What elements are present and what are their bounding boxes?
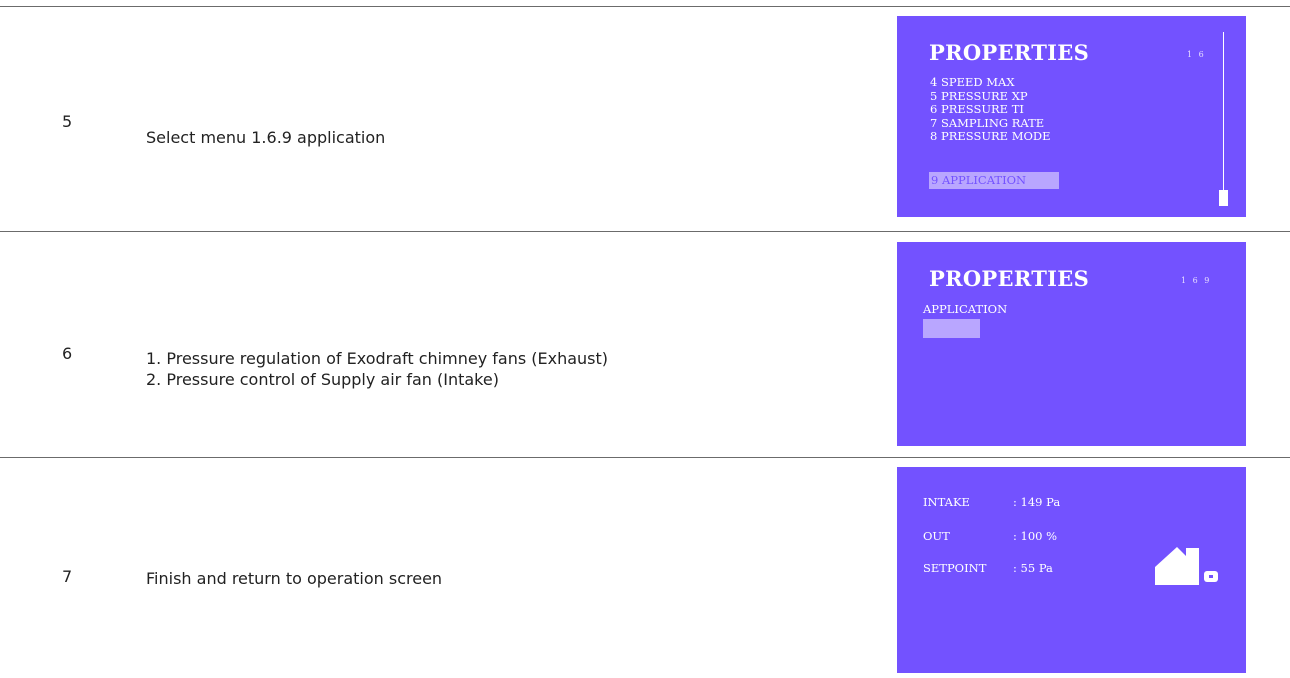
screen-title: PROPERTIES xyxy=(929,266,1090,291)
menu-item: 7 SAMPLING RATE xyxy=(930,115,1045,130)
screen-title: PROPERTIES xyxy=(929,40,1090,65)
display-screen-properties-menu: PROPERTIES 1 6 4 SPEED MAX 5 PRESSURE XP… xyxy=(897,16,1246,217)
status-value: : 55 Pa xyxy=(1013,561,1053,575)
menu-item: 8 PRESSURE MODE xyxy=(930,129,1051,143)
status-row-intake: INTAKE : 149 Pa xyxy=(923,495,1060,509)
step-number: 6 xyxy=(62,344,73,363)
status-row-setpoint: SETPOINT : 55 Pa xyxy=(923,561,1053,575)
scrollbar-thumb xyxy=(1219,190,1228,206)
scrollbar-track xyxy=(1223,32,1224,202)
display-screen-operation: INTAKE : 149 Pa OUT : 100 % SETPOINT : 55 P… xyxy=(897,467,1246,673)
status-label: OUT xyxy=(923,529,950,543)
field-value-box xyxy=(923,319,980,338)
status-value: : 149 Pa xyxy=(1013,495,1061,509)
row-divider xyxy=(0,6,1290,7)
step-instruction-line: 1. Pressure regulation of Exodraft chimn… xyxy=(146,349,609,368)
step-instruction: Select menu 1.6.9 application xyxy=(146,128,386,147)
step-number: 7 xyxy=(62,567,73,586)
menu-item: 5 PRESSURE XP xyxy=(930,88,1028,103)
menu-code: 1 6 9 xyxy=(1181,276,1212,285)
menu-code: 1 6 xyxy=(1187,50,1206,59)
status-label: INTAKE xyxy=(923,495,970,509)
row-divider xyxy=(0,231,1290,232)
row-divider xyxy=(0,457,1290,458)
display-screen-application-setting: PROPERTIES 1 6 9 APPLICATION xyxy=(897,242,1246,446)
status-value: : 100 % xyxy=(1013,529,1058,543)
step-instruction: Finish and return to operation screen xyxy=(146,569,443,588)
status-row-out: OUT : 100 % xyxy=(923,529,1057,543)
step-instruction-line: 2. Pressure control of Supply air fan (I… xyxy=(146,370,499,389)
menu-item: 4 SPEED MAX xyxy=(930,75,1015,89)
status-label: SETPOINT xyxy=(923,561,987,575)
menu-item: 6 PRESSURE TI xyxy=(930,102,1024,116)
menu-item-selected: 9 APPLICATION xyxy=(929,172,1059,189)
menu-list: 4 SPEED MAX 5 PRESSURE XP 6 PRESSURE TI … xyxy=(930,75,1051,144)
house-with-fan-icon xyxy=(1155,547,1218,585)
field-label: APPLICATION xyxy=(923,302,1008,316)
step-number: 5 xyxy=(62,112,73,131)
